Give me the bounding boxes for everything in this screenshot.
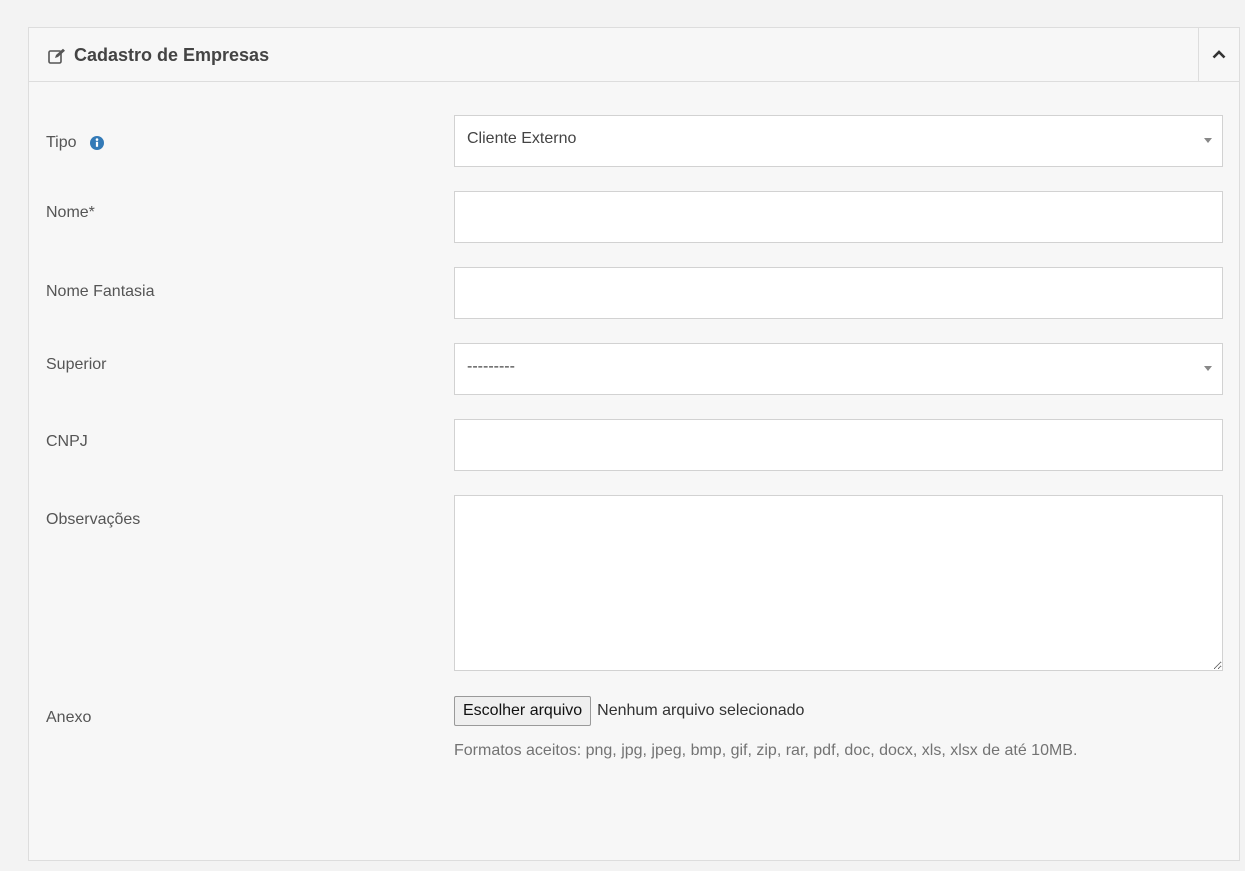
info-icon[interactable] (89, 136, 104, 150)
edit-icon (48, 48, 66, 64)
collapse-button[interactable] (1198, 28, 1239, 82)
file-help-text: Formatos aceitos: png, jpg, jpeg, bmp, g… (454, 742, 1078, 759)
choose-file-button[interactable]: Escolher arquivo (454, 696, 592, 726)
superior-label: Superior (46, 356, 107, 373)
dropdown-arrow-icon (1204, 366, 1212, 371)
observacoes-label: Observações (46, 511, 141, 528)
nome-input[interactable] (454, 191, 1223, 243)
cnpj-input[interactable] (454, 419, 1223, 471)
chevron-up-icon (1212, 46, 1226, 64)
nome-label: Nome* (46, 204, 95, 221)
file-status-text: Nenhum arquivo selecionado (597, 702, 805, 719)
dropdown-arrow-icon (1204, 138, 1212, 143)
tipo-select[interactable]: Cliente Externo (454, 115, 1223, 167)
tipo-select-value: Cliente Externo (467, 130, 577, 147)
tipo-label-text: Tipo (46, 134, 77, 151)
file-input: Escolher arquivo Nenhum arquivo selecion… (454, 696, 804, 726)
observacoes-textarea[interactable] (454, 495, 1223, 671)
panel-header: Cadastro de Empresas (29, 28, 1239, 82)
company-registration-panel: Cadastro de Empresas Tipo Cliente Extern… (28, 27, 1240, 861)
nome-fantasia-input[interactable] (454, 267, 1223, 319)
superior-select[interactable]: --------- (454, 343, 1223, 395)
nome-fantasia-label: Nome Fantasia (46, 283, 155, 300)
panel-title-text: Cadastro de Empresas (74, 45, 270, 65)
anexo-label: Anexo (46, 709, 92, 726)
panel-title: Cadastro de Empresas (48, 45, 269, 66)
cnpj-label: CNPJ (46, 433, 88, 450)
superior-select-value: --------- (467, 358, 515, 375)
tipo-label: Tipo (46, 134, 104, 152)
